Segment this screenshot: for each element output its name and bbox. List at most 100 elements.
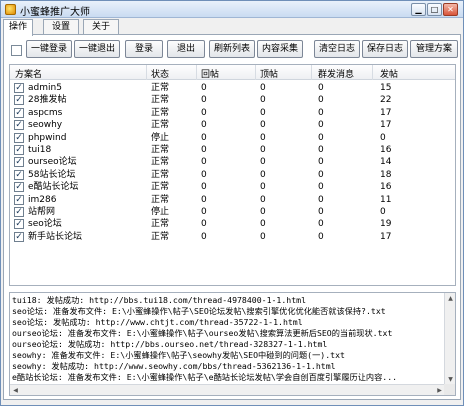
table-cell: 0 [318, 132, 324, 143]
tab-about[interactable]: 关于 [83, 19, 119, 35]
table-cell: 14 [380, 157, 392, 168]
table-cell: 正常 [151, 145, 170, 155]
row-checkbox[interactable]: ✓ [14, 207, 24, 217]
table-row[interactable]: ✓ seowhy 正常 0 0 0 17 [10, 119, 455, 131]
table-cell: 17 [380, 107, 392, 118]
table-cell: 0 [260, 194, 266, 205]
row-checkbox[interactable]: ✓ [14, 132, 24, 143]
table-cell: e酷站长论坛 [28, 182, 79, 193]
table-cell: 0 [201, 83, 207, 93]
table-cell: 0 [201, 231, 207, 242]
table-row[interactable]: ✓ im286 正常 0 0 0 11 [10, 194, 455, 206]
maximize-icon[interactable]: □ [427, 3, 442, 16]
log-line: tui18: 发帖成功: http://bbs.tui18.com/thread… [12, 295, 307, 305]
log-line: seo论坛: 发帖成功: http://www.chtjt.com/thread… [12, 317, 303, 327]
table-cell: 0 [260, 83, 266, 93]
scroll-left-icon[interactable]: ◀ [10, 385, 21, 395]
table-cell: 0 [318, 107, 324, 118]
row-checkbox[interactable]: ✓ [14, 95, 24, 106]
table-cell: 停止 [151, 132, 170, 143]
table-row[interactable]: ✓ 站帮网 停止 0 0 0 0 [10, 206, 455, 218]
login-button[interactable]: 登录 [125, 40, 163, 58]
table-cell: 0 [260, 132, 266, 143]
table-cell: 0 [201, 132, 207, 143]
row-checkbox[interactable]: ✓ [14, 194, 24, 205]
table-cell: tui18 [28, 145, 52, 155]
table-cell: 正常 [151, 157, 170, 168]
row-checkbox[interactable]: ✓ [14, 231, 24, 242]
table-row[interactable]: ✓ seo论坛 正常 0 0 0 19 [10, 218, 455, 230]
table-cell: 正常 [151, 95, 170, 106]
column-header[interactable]: 发帖 [380, 67, 398, 80]
row-checkbox[interactable]: ✓ [14, 107, 24, 118]
log-horizontal-scrollbar[interactable]: ◀ ▶ [10, 384, 445, 395]
title-bar[interactable]: 小蜜蜂推广大师 ▁ □ ✕ [1, 1, 463, 18]
table-cell: 0 [201, 182, 207, 193]
table-row[interactable]: ✓ tui18 正常 0 0 0 16 [10, 144, 455, 156]
table-row[interactable]: ✓ e酷站长论坛 正常 0 0 0 16 [10, 181, 455, 193]
main-window: 小蜜蜂推广大师 ▁ □ ✕ 操作 设置 关于 一键登录 一键退出 登录 退出 刷… [0, 0, 464, 406]
tab-settings[interactable]: 设置 [43, 19, 79, 35]
table-cell: 0 [318, 145, 324, 155]
table-cell: 0 [318, 182, 324, 193]
table-cell: 0 [318, 231, 324, 242]
row-checkbox[interactable]: ✓ [14, 157, 24, 168]
table-cell: 28推发帖 [28, 95, 67, 106]
column-header[interactable]: 顶帖 [260, 67, 278, 80]
column-header[interactable]: 回帖 [201, 67, 219, 80]
column-divider[interactable] [255, 65, 256, 80]
save-log-button[interactable]: 保存日志 [362, 40, 408, 58]
window-title: 小蜜蜂推广大师 [20, 7, 90, 18]
row-checkbox[interactable]: ✓ [14, 219, 24, 230]
column-divider[interactable] [311, 65, 312, 80]
close-icon[interactable]: ✕ [443, 3, 458, 16]
row-checkbox[interactable]: ✓ [14, 169, 24, 180]
table-cell: 0 [318, 95, 324, 106]
table-cell: 0 [201, 207, 207, 217]
column-header[interactable]: 群发消息 [318, 67, 354, 80]
table-row[interactable]: ✓ 28推发帖 正常 0 0 0 22 [10, 94, 455, 106]
minimize-icon[interactable]: ▁ [411, 3, 426, 16]
tab-operate[interactable]: 操作 [3, 19, 33, 36]
table-row[interactable]: ✓ ourseo论坛 正常 0 0 0 14 [10, 156, 455, 168]
table-cell: 站帮网 [28, 207, 56, 217]
table-cell: 0 [260, 145, 266, 155]
table-cell: 11 [380, 194, 392, 205]
table-cell: 0 [260, 169, 266, 180]
logout-button[interactable]: 退出 [167, 40, 205, 58]
row-checkbox[interactable]: ✓ [14, 83, 24, 93]
one-click-login-button[interactable]: 一键登录 [26, 40, 72, 58]
table-row[interactable]: ✓ 58站长论坛 正常 0 0 0 18 [10, 169, 455, 181]
one-click-logout-button[interactable]: 一键退出 [74, 40, 120, 58]
row-checkbox[interactable]: ✓ [14, 120, 24, 131]
table-row[interactable]: ✓ 新手站长论坛 正常 0 0 0 17 [10, 231, 455, 243]
scroll-up-icon[interactable]: ▲ [445, 293, 455, 304]
table-row[interactable]: ✓ admin5 正常 0 0 0 15 [10, 82, 455, 94]
select-all-checkbox[interactable] [11, 45, 22, 56]
column-divider[interactable] [146, 65, 147, 80]
table-cell: 0 [260, 182, 266, 193]
log-vertical-scrollbar[interactable]: ▲ ▼ [444, 293, 455, 385]
table-cell: 0 [201, 194, 207, 205]
row-checkbox[interactable]: ✓ [14, 182, 24, 193]
table-cell: 0 [260, 107, 266, 118]
column-divider[interactable] [196, 65, 197, 80]
refresh-list-button[interactable]: 刷新列表 [209, 40, 255, 58]
content-collect-button[interactable]: 内容采集 [257, 40, 303, 58]
table-cell: admin5 [28, 83, 62, 93]
manage-plans-button[interactable]: 管理方案 [410, 40, 458, 58]
table-cell: 正常 [151, 169, 170, 180]
table-cell: 16 [380, 182, 392, 193]
column-header[interactable]: 状态 [151, 67, 169, 80]
table-cell: 0 [318, 83, 324, 93]
log-panel[interactable]: tui18: 发帖成功: http://bbs.tui18.com/thread… [9, 292, 456, 396]
table-cell: 19 [380, 219, 392, 230]
column-divider[interactable] [372, 65, 373, 80]
row-checkbox[interactable]: ✓ [14, 145, 24, 155]
table-row[interactable]: ✓ phpwind 停止 0 0 0 0 [10, 132, 455, 144]
column-header[interactable]: 方案名 [15, 67, 42, 80]
table-row[interactable]: ✓ aspcms 正常 0 0 0 17 [10, 107, 455, 119]
table-cell: 新手站长论坛 [28, 231, 83, 242]
clear-log-button[interactable]: 清空日志 [314, 40, 360, 58]
table-cell: 0 [201, 120, 207, 131]
